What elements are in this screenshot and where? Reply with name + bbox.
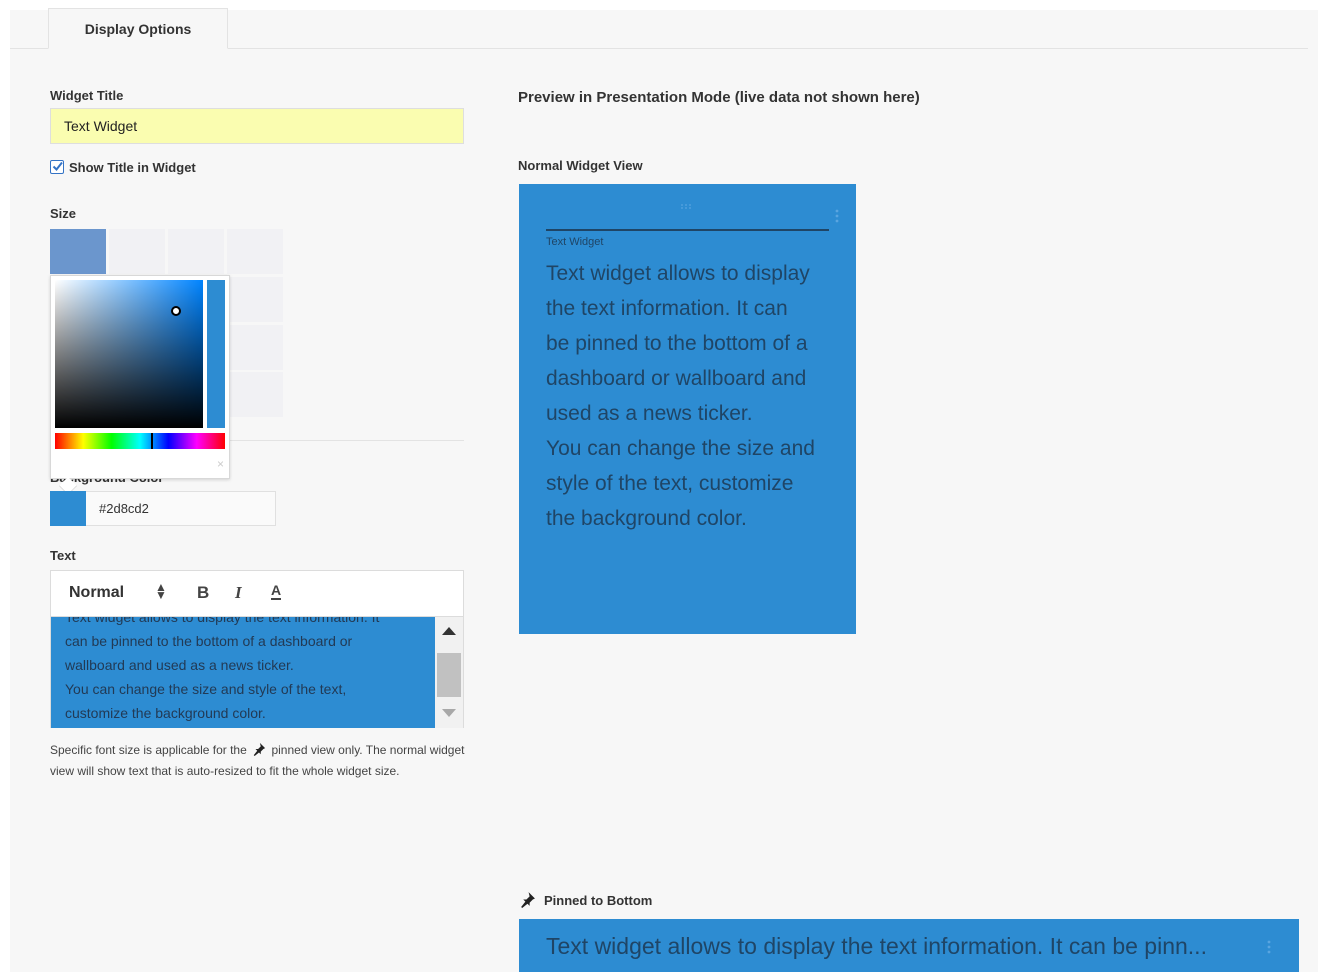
widget-body: Text widget allows to display the text i…	[546, 256, 836, 536]
format-select[interactable]: Normal	[69, 584, 124, 602]
widget-body-line: the background color.	[546, 507, 747, 530]
normal-view-label: Normal Widget View	[518, 158, 643, 173]
scroll-down-icon[interactable]	[442, 709, 456, 717]
widget-body-line: You can change the size and	[546, 437, 815, 460]
size-cell[interactable]	[227, 372, 283, 417]
preview-title: Preview in Presentation Mode (live data …	[518, 89, 920, 106]
hue-handle[interactable]	[151, 433, 153, 449]
editor-content-area[interactable]: Text widget allows to display the text i…	[51, 617, 435, 728]
scroll-thumb[interactable]	[437, 653, 461, 697]
color-picker-popup: ×	[50, 275, 230, 496]
widget-preview: Text Widget Text widget allows to displa…	[519, 184, 856, 634]
size-cell[interactable]	[109, 229, 165, 274]
close-icon[interactable]: ×	[217, 457, 224, 471]
size-cell[interactable]	[227, 277, 283, 322]
widget-title-label: Widget Title	[50, 88, 124, 103]
editor-toolbar: Normal ▲ ▼ B I A	[51, 571, 463, 617]
size-cell-selected[interactable]	[50, 229, 106, 274]
tab-bar: Display Options	[10, 8, 1308, 49]
vertical-dots-icon[interactable]	[1267, 939, 1271, 955]
show-title-checkbox[interactable]	[50, 160, 64, 174]
color-swatch[interactable]	[50, 491, 86, 526]
size-cell[interactable]	[227, 229, 283, 274]
pin-icon	[521, 892, 535, 908]
widget-body-line: be pinned to the bottom of a	[546, 332, 808, 355]
drag-handle-icon[interactable]	[681, 204, 693, 210]
hue-slider[interactable]	[55, 433, 225, 449]
widget-title-text: Text Widget	[546, 236, 604, 248]
scroll-up-icon[interactable]	[442, 627, 456, 635]
editor-line: wallboard and used as a news ticker.	[65, 657, 294, 673]
size-label: Size	[50, 206, 77, 221]
editor-content[interactable]: Text widget allows to display the text i…	[65, 617, 425, 725]
saturation-area[interactable]	[55, 280, 203, 428]
bold-button[interactable]: B	[197, 583, 209, 603]
hint-text-1: Specific font size is applicable for the	[50, 743, 247, 757]
text-editor: Normal ▲ ▼ B I A Text widget allows to di…	[50, 570, 464, 728]
checkbox-checked-icon	[52, 161, 63, 172]
editor-scrollbar[interactable]	[435, 617, 463, 728]
widget-title-divider	[546, 229, 829, 231]
text-color-button[interactable]: A	[271, 583, 282, 600]
saturation-handle[interactable]	[171, 306, 181, 316]
widget-title-input[interactable]	[50, 108, 464, 144]
select-arrows-icon[interactable]: ▲ ▼	[155, 581, 167, 601]
editor-line: can be pinned to the bottom of a dashboa…	[65, 633, 353, 649]
color-hex-input[interactable]	[86, 491, 276, 526]
italic-button[interactable]: I	[235, 583, 242, 603]
widget-body-line: the text information. It can	[546, 297, 788, 320]
widget-body-line: used as a news ticker.	[546, 402, 753, 425]
size-cell[interactable]	[227, 325, 283, 370]
editor-line: You can change the size and style of the…	[65, 681, 347, 697]
current-color-bar	[207, 280, 225, 428]
vertical-dots-icon[interactable]	[835, 208, 839, 224]
pin-icon	[253, 742, 266, 756]
widget-body-line: style of the text, customize	[546, 472, 794, 495]
pinned-ticker-text: Text widget allows to display the text i…	[546, 933, 1207, 959]
widget-body-line: Text widget allows to display	[546, 262, 810, 285]
editor-line: Text widget allows to display the text i…	[65, 617, 380, 625]
pinned-label: Pinned to Bottom	[544, 893, 653, 908]
widget-body-line: dashboard or wallboard and	[546, 367, 807, 390]
font-size-hint: Specific font size is applicable for the…	[50, 740, 470, 782]
tab-display-options[interactable]: Display Options	[48, 8, 228, 49]
show-title-label[interactable]: Show Title in Widget	[69, 160, 196, 175]
text-label: Text	[50, 548, 76, 563]
editor-line: customize the background color.	[65, 705, 266, 721]
pinned-widget-preview: Text widget allows to display the text i…	[519, 919, 1299, 972]
size-cell[interactable]	[168, 229, 224, 274]
